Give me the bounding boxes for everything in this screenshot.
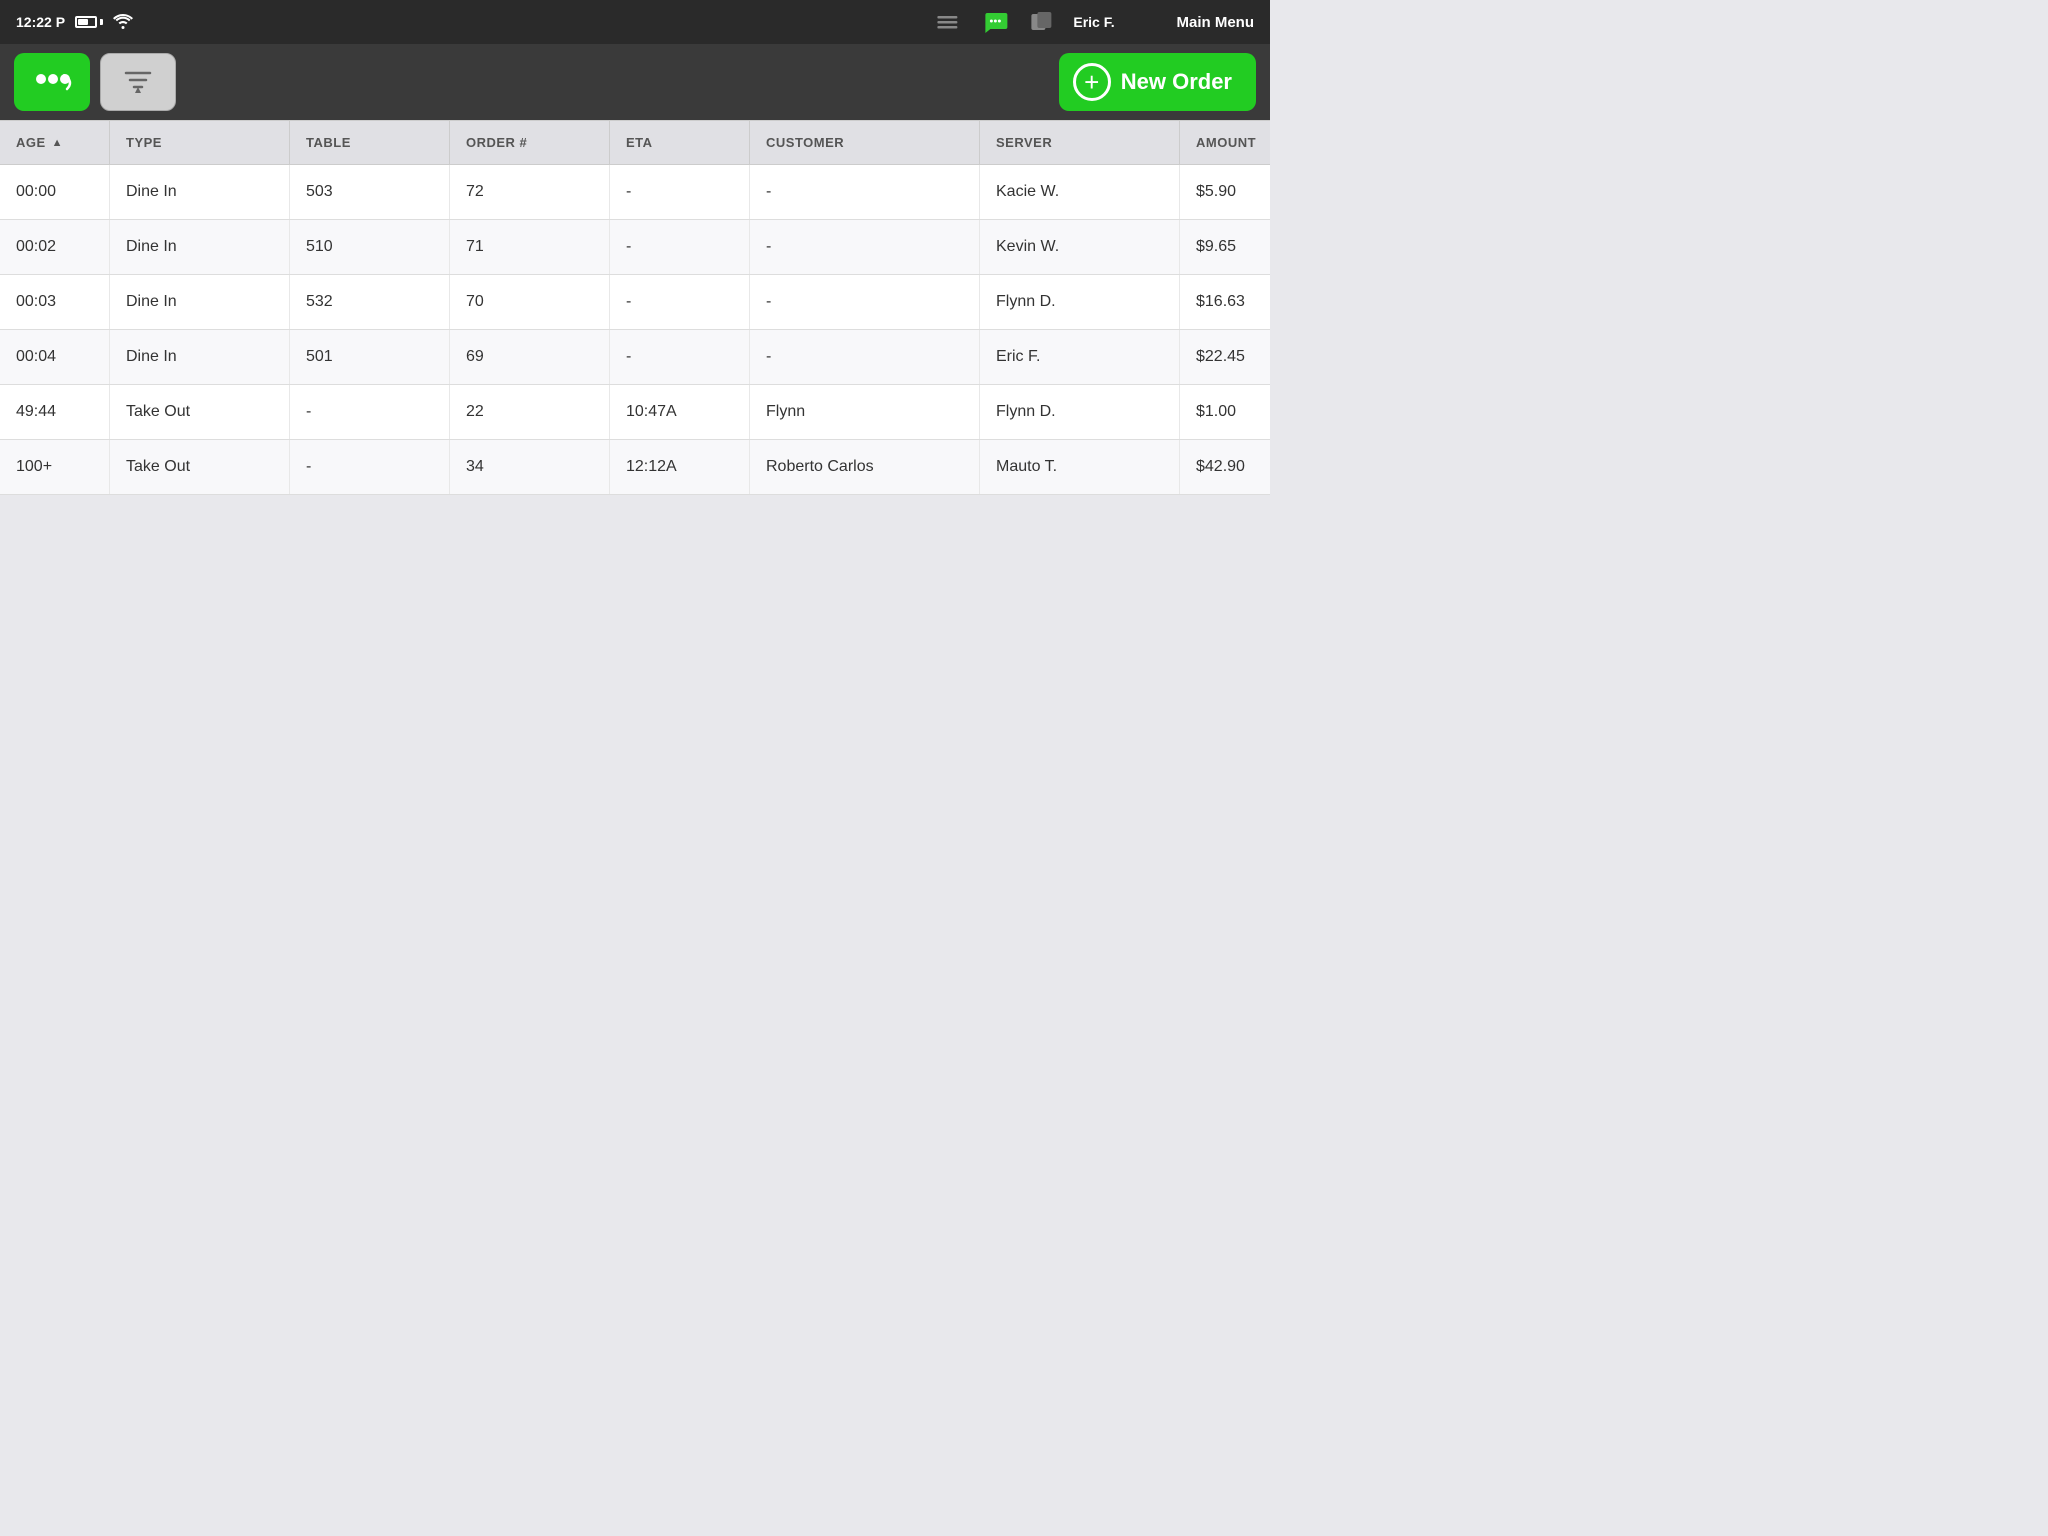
cell-eta: -: [610, 165, 750, 219]
col-eta[interactable]: ETA: [610, 121, 750, 164]
cell-table: 532: [290, 275, 450, 329]
cell-type: Take Out: [110, 440, 290, 494]
status-bar-left: 12:22 P: [16, 14, 635, 30]
cell-type: Dine In: [110, 165, 290, 219]
col-table[interactable]: TABLE: [290, 121, 450, 164]
cell-eta: -: [610, 220, 750, 274]
cell-table: 501: [290, 330, 450, 384]
cell-table: -: [290, 385, 450, 439]
cell-orderNum: 71: [450, 220, 610, 274]
status-bar: 12:22 P: [0, 0, 1270, 44]
cell-age: 00:03: [0, 275, 110, 329]
cell-customer: Flynn: [750, 385, 980, 439]
table-row[interactable]: 49:44Take Out-2210:47AFlynnFlynn D.$1.00: [0, 385, 1270, 440]
sort-arrow-icon: ▲: [52, 137, 63, 149]
cell-orderNum: 34: [450, 440, 610, 494]
cell-amount: $5.90: [1180, 165, 1340, 219]
cell-type: Dine In: [110, 275, 290, 329]
cell-orderNum: 70: [450, 275, 610, 329]
table-row[interactable]: 00:04Dine In50169--Eric F.$22.45: [0, 330, 1270, 385]
user-nav-icon: [1029, 10, 1053, 34]
table-row[interactable]: 00:03Dine In53270--Flynn D.$16.63: [0, 275, 1270, 330]
col-server[interactable]: SERVER: [980, 121, 1180, 164]
cell-orderNum: 22: [450, 385, 610, 439]
cell-eta: -: [610, 275, 750, 329]
toolbar: + New Order: [0, 44, 1270, 120]
cell-customer: -: [750, 220, 980, 274]
cell-customer: -: [750, 330, 980, 384]
cell-type: Dine In: [110, 220, 290, 274]
cell-eta: 10:47A: [610, 385, 750, 439]
new-order-label: New Order: [1121, 69, 1232, 95]
cell-table: 503: [290, 165, 450, 219]
cell-server: Mauto T.: [980, 440, 1180, 494]
cell-eta: 12:12A: [610, 440, 750, 494]
col-customer[interactable]: CUSTOMER: [750, 121, 980, 164]
cell-customer: Roberto Carlos: [750, 440, 980, 494]
cell-amount: $1.00: [1180, 385, 1340, 439]
current-user: Eric F.: [1073, 14, 1114, 30]
cell-eta: -: [610, 330, 750, 384]
cell-customer: -: [750, 165, 980, 219]
cell-amount: $42.90: [1180, 440, 1340, 494]
time-display: 12:22 P: [16, 14, 65, 30]
cell-age: 00:02: [0, 220, 110, 274]
col-type[interactable]: TYPE: [110, 121, 290, 164]
table-header: AGE ▲ TYPE TABLE ORDER # ETA CUSTOMER SE…: [0, 120, 1270, 165]
cell-amount: $16.63: [1180, 275, 1340, 329]
table-row[interactable]: 00:00Dine In50372--Kacie W.$5.90: [0, 165, 1270, 220]
cell-amount: $22.45: [1180, 330, 1340, 384]
wifi-icon: [113, 14, 133, 30]
cell-orderNum: 72: [450, 165, 610, 219]
col-age[interactable]: AGE ▲: [0, 121, 110, 164]
status-bar-center: Eric F.: [933, 8, 1114, 36]
menu-icon: [933, 8, 961, 36]
orders-table: AGE ▲ TYPE TABLE ORDER # ETA CUSTOMER SE…: [0, 120, 1270, 495]
cell-age: 49:44: [0, 385, 110, 439]
new-order-button[interactable]: + New Order: [1059, 53, 1256, 111]
cell-server: Kacie W.: [980, 165, 1180, 219]
col-amount[interactable]: AMOUNT: [1180, 121, 1340, 164]
chat-icon: [981, 8, 1009, 36]
cell-age: 100+: [0, 440, 110, 494]
cell-type: Take Out: [110, 385, 290, 439]
cell-table: 510: [290, 220, 450, 274]
cell-table: -: [290, 440, 450, 494]
cell-server: Eric F.: [980, 330, 1180, 384]
cell-age: 00:04: [0, 330, 110, 384]
table-row[interactable]: 100+Take Out-3412:12ARoberto CarlosMauto…: [0, 440, 1270, 495]
battery-icon: [75, 16, 103, 28]
cell-customer: -: [750, 275, 980, 329]
cell-type: Dine In: [110, 330, 290, 384]
cell-amount: $9.65: [1180, 220, 1340, 274]
cell-orderNum: 69: [450, 330, 610, 384]
plus-icon: +: [1073, 63, 1111, 101]
table-body: 00:00Dine In50372--Kacie W.$5.9000:02Din…: [0, 165, 1270, 495]
cell-server: Flynn D.: [980, 385, 1180, 439]
col-order-num[interactable]: ORDER #: [450, 121, 610, 164]
cell-server: Kevin W.: [980, 220, 1180, 274]
orders-button[interactable]: [14, 53, 90, 111]
table-row[interactable]: 00:02Dine In51071--Kevin W.$9.65: [0, 220, 1270, 275]
cell-server: Flynn D.: [980, 275, 1180, 329]
filter-button[interactable]: [100, 53, 176, 111]
cell-age: 00:00: [0, 165, 110, 219]
